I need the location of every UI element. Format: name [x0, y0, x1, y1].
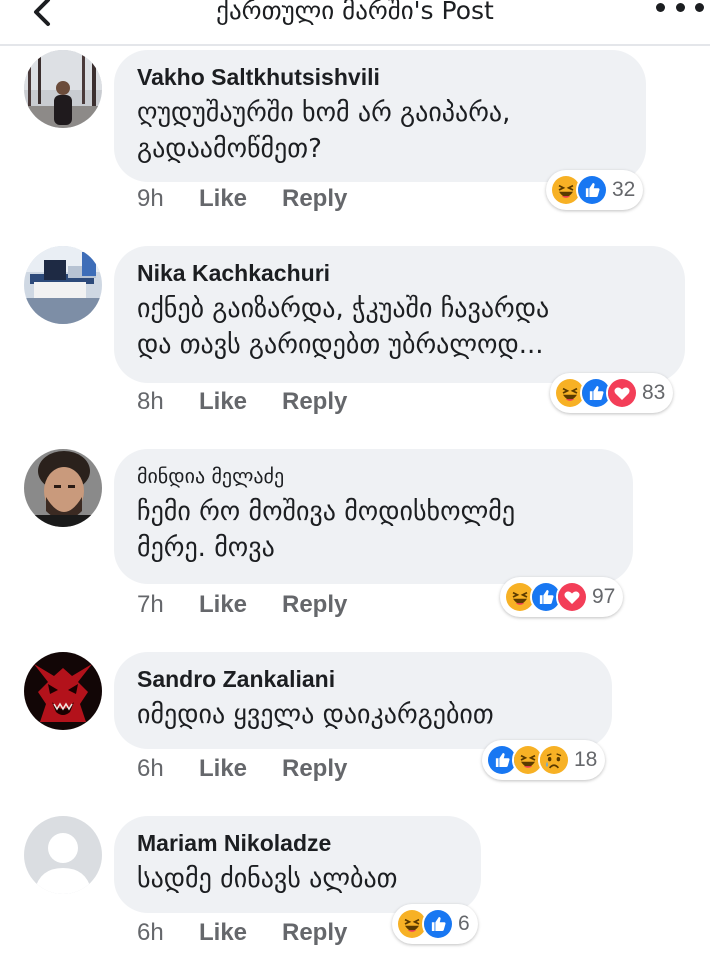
more-dots-icon: [656, 2, 665, 12]
comment-author[interactable]: მინდია მელაძე: [137, 461, 609, 491]
reply-button[interactable]: Reply: [282, 591, 347, 619]
reaction-summary[interactable]: 18: [482, 740, 606, 780]
comment-time[interactable]: 8h: [137, 388, 199, 416]
reaction-count: 97: [592, 585, 616, 608]
comment-bubble: Nika Kachkachuri იქნებ გაიზარდა, ჭკუაში …: [114, 246, 685, 383]
reply-button[interactable]: Reply: [282, 755, 347, 783]
comment-text-line: გადაამოწმეთ?: [137, 134, 322, 164]
comment-time[interactable]: 6h: [137, 919, 199, 947]
comment-author[interactable]: Mariam Nikoladze: [137, 828, 457, 858]
avatar[interactable]: [24, 246, 102, 324]
comment-author[interactable]: Vakho Saltkhutsishvili: [137, 62, 622, 92]
like-button[interactable]: Like: [199, 185, 282, 213]
like-reaction-icon: [576, 174, 608, 206]
reaction-summary[interactable]: 6: [392, 904, 478, 944]
reaction-count: 83: [642, 381, 666, 404]
comment-author[interactable]: Sandro Zankaliani: [137, 664, 588, 694]
like-button[interactable]: Like: [199, 919, 282, 947]
love-reaction-icon: [556, 581, 588, 613]
reply-button[interactable]: Reply: [282, 185, 347, 213]
more-options-button[interactable]: [656, 0, 704, 22]
avatar[interactable]: [24, 652, 102, 730]
reaction-summary[interactable]: 32: [546, 170, 644, 210]
page-title: ქართული მარში's Post: [216, 0, 494, 25]
reply-button[interactable]: Reply: [282, 919, 347, 947]
post-header: ქართული მარში's Post: [0, 0, 710, 46]
avatar-photo: [24, 50, 102, 128]
reaction-count: 18: [574, 748, 598, 771]
comment-bubble: Mariam Nikoladze სადმე ძინავს ალბათ: [114, 816, 481, 913]
avatar-photo: [24, 449, 102, 527]
comment-text-line: მერე. მოვა: [137, 533, 275, 563]
avatar-photo: [24, 652, 102, 730]
love-reaction-icon: [606, 377, 638, 409]
comment-text-line: და თავს გარიდებთ უბრალოდ...: [137, 330, 544, 360]
reply-button[interactable]: Reply: [282, 388, 347, 416]
comment-time[interactable]: 7h: [137, 591, 199, 619]
comment-meta: 9h Like Reply: [137, 185, 347, 213]
comment-text-line: იმედია ყველა დაიკარგებით: [137, 700, 494, 730]
avatar-photo: [24, 246, 102, 324]
comment-bubble: Vakho Saltkhutsishvili ღუდუშაურში ხომ არ…: [114, 50, 646, 182]
avatar[interactable]: [24, 449, 102, 527]
avatar[interactable]: [24, 816, 102, 894]
like-button[interactable]: Like: [199, 591, 282, 619]
like-button[interactable]: Like: [199, 755, 282, 783]
reaction-summary[interactable]: 83: [550, 373, 674, 413]
reaction-summary[interactable]: 97: [500, 577, 624, 617]
like-reaction-icon: [422, 908, 454, 940]
comment-meta: 6h Like Reply: [137, 755, 347, 783]
like-button[interactable]: Like: [199, 388, 282, 416]
sad-reaction-icon: [538, 744, 570, 776]
reaction-count: 6: [458, 912, 470, 935]
comment-time[interactable]: 9h: [137, 185, 199, 213]
comment-bubble: მინდია მელაძე ჩემი რო მოშივა მოდისხოლმე …: [114, 449, 633, 584]
comment-bubble: Sandro Zankaliani იმედია ყველა დაიკარგებ…: [114, 652, 612, 749]
reaction-count: 32: [612, 178, 636, 201]
comment-meta: 6h Like Reply: [137, 919, 347, 947]
comment-meta: 7h Like Reply: [137, 591, 347, 619]
default-avatar-icon: [24, 816, 102, 894]
comment-author[interactable]: Nika Kachkachuri: [137, 258, 661, 288]
avatar[interactable]: [24, 50, 102, 128]
comment-text-line: სადმე ძინავს ალბათ: [137, 864, 398, 894]
comment-time[interactable]: 6h: [137, 755, 199, 783]
comment-meta: 8h Like Reply: [137, 388, 347, 416]
